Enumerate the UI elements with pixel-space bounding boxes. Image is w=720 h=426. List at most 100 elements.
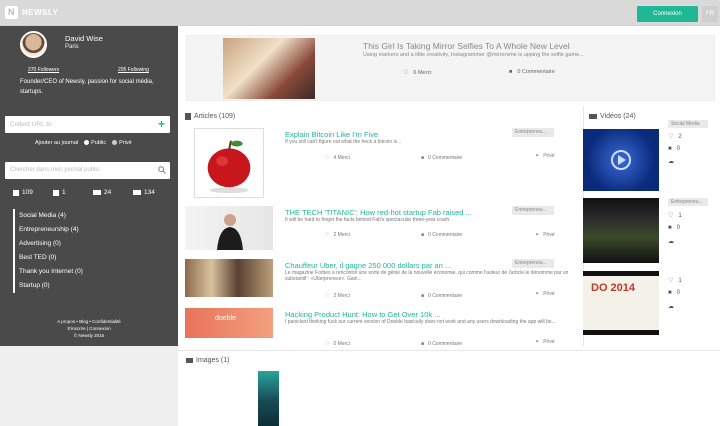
comment-icon: ■ (421, 341, 425, 347)
image-thumbnail[interactable] (258, 371, 279, 426)
category-item[interactable]: Thank you Internet (0) (13, 265, 168, 279)
category-item[interactable]: Startup (0) (13, 279, 168, 293)
category-item[interactable]: Best TED (0) (13, 251, 168, 265)
newsly-logo[interactable]: N NEWSLY (5, 6, 59, 19)
journal-search-input[interactable]: Chercher dans mon journal public (5, 162, 170, 179)
privacy-toggle[interactable]: ☁ (668, 238, 674, 245)
heart-icon: ♡ (668, 213, 674, 219)
category-badge[interactable]: Entrepreneu... (668, 198, 708, 206)
article-title[interactable]: Hacking Product Hunt: How to Get Over 10… (285, 310, 440, 319)
stat-lists[interactable]: 134 (133, 189, 173, 196)
like-button[interactable]: ♡ 2 Merci (325, 232, 350, 238)
article-thumbnail[interactable] (194, 128, 264, 198)
comment-count: 0 Commentaire (428, 293, 463, 299)
comment-button[interactable]: ■ 0 Commentaire (421, 232, 462, 238)
article-title[interactable]: Chauffeur Uber, il gagne 250 000 dollars… (285, 261, 451, 270)
like-count: 0 Merci (333, 341, 350, 347)
article-title[interactable]: Explain Bitcoin Like I'm Five (285, 130, 378, 139)
videos-heading-label: Vidéos (24) (600, 113, 636, 120)
cloud-icon: ☁ (668, 239, 674, 245)
comment-button[interactable]: ■ 0 Commentaire (421, 341, 462, 347)
privacy-toggle[interactable]: ⚭ Privé (535, 232, 555, 238)
comment-button[interactable]: ■ 0 Commentaire (421, 155, 462, 161)
heart-icon: ♡ (403, 70, 409, 76)
privacy-toggle[interactable]: ⚭ Privé (535, 291, 555, 297)
avatar[interactable] (20, 31, 47, 58)
comment-button[interactable]: ■ 0 Commentaire (421, 293, 462, 299)
category-item[interactable]: Social Media (4) (13, 209, 168, 223)
followers-link[interactable]: 270 Followers (28, 67, 59, 73)
connexion-button[interactable]: Connexion (637, 6, 698, 22)
category-badge[interactable]: Entrepreneu... (512, 128, 554, 137)
comment-icon: ■ (509, 69, 513, 75)
featured-comments: 0 Commentaire (517, 69, 555, 75)
video-thumbnail-text: DO 2014 (591, 282, 636, 294)
add-plus-icon[interactable]: + (158, 117, 165, 131)
video-thumbnail[interactable]: DO 2014 (583, 271, 659, 335)
like-button[interactable]: ♡ 2 (668, 133, 682, 141)
comment-icon: ■ (668, 290, 672, 296)
article-thumbnail[interactable]: doeble (185, 308, 273, 338)
featured-article[interactable]: This Girl Is Taking Mirror Selfies To A … (186, 35, 715, 101)
language-button[interactable]: FR (702, 6, 718, 22)
featured-title[interactable]: This Girl Is Taking Mirror Selfies To A … (363, 41, 570, 51)
like-button[interactable]: ♡ 4 Merci (325, 155, 350, 161)
public-radio[interactable]: Public (84, 140, 106, 146)
following-link[interactable]: 205 Following (118, 67, 149, 73)
add-to-journal-label: Ajouter au journal (35, 140, 79, 146)
category-badge[interactable]: Entrepreneu... (512, 206, 554, 215)
cloud-icon: ☁ (668, 304, 674, 310)
like-count: 2 (678, 133, 682, 140)
collect-url-input[interactable]: Collect URL to + (5, 116, 170, 133)
footer-copyright: © Newsly 2015 (73, 333, 105, 338)
category-badge[interactable]: Social Media (668, 120, 708, 128)
stat-articles[interactable]: 109 (13, 189, 53, 196)
video-thumbnail[interactable] (583, 198, 659, 263)
radio-checked-icon (84, 140, 90, 146)
like-count: 1 (678, 212, 682, 219)
featured-comment-button[interactable]: ■ 0 Commentaire (509, 69, 555, 75)
featured-image[interactable] (223, 38, 315, 99)
like-button[interactable]: ♡ 1 (668, 212, 682, 220)
video-thumbnail[interactable] (583, 129, 659, 191)
private-radio-label: Privé (119, 140, 132, 146)
footer-links[interactable]: A propos • Blog • Confidentialité (0, 318, 178, 325)
private-radio[interactable]: Privé (112, 140, 132, 146)
article-description: Le magazine Forbes a rencontré une sorte… (285, 270, 569, 282)
privacy-toggle[interactable]: ⚭ Privé (535, 339, 555, 345)
search-icon[interactable] (158, 166, 166, 174)
article-title[interactable]: THE TECH 'TITANIC': How red-hot startup … (285, 208, 472, 217)
lock-icon: ⚭ (535, 339, 540, 345)
cloud-icon: ☁ (668, 159, 674, 165)
user-city: Paris (65, 44, 79, 50)
stat-images[interactable]: 1 (53, 189, 93, 196)
privacy-toggle[interactable]: ⚭ Privé (535, 153, 555, 159)
comment-count: 0 Commentaire (428, 155, 463, 161)
featured-likes: 6 Merci (413, 69, 432, 76)
comment-button[interactable]: ■ 0 (668, 290, 680, 296)
featured-like-button[interactable]: ♡ 6 Merci (403, 69, 432, 77)
comment-count: 0 (676, 225, 680, 231)
article-thumbnail[interactable] (185, 259, 273, 297)
privacy-toggle[interactable]: ☁ (668, 303, 674, 310)
comment-button[interactable]: ■ 0 (668, 225, 680, 231)
article-icon (185, 113, 191, 120)
category-item[interactable]: Advertising (0) (13, 237, 168, 251)
lock-icon: ⚭ (535, 153, 540, 159)
like-button[interactable]: ♡ 2 Merci (325, 293, 350, 299)
article-thumbnail[interactable] (185, 206, 273, 250)
stat-videos[interactable]: 24 (93, 189, 133, 196)
image-icon (53, 189, 59, 196)
heart-icon: ♡ (325, 341, 330, 347)
article-description: If you still can't figure out what the h… (285, 139, 402, 145)
like-count: 4 Merci (333, 155, 350, 161)
top-bar: N NEWSLY Connexion FR (0, 0, 720, 26)
privacy-toggle[interactable]: ☁ (668, 158, 674, 165)
category-badge[interactable]: Entrepreneu... (512, 259, 554, 268)
like-button[interactable]: ♡ 1 (668, 277, 682, 285)
like-button[interactable]: ♡ 0 Merci (325, 341, 350, 347)
category-item[interactable]: Entrepreneurship (4) (13, 223, 168, 237)
comment-button[interactable]: ■ 0 (668, 146, 680, 152)
comment-icon: ■ (421, 155, 425, 161)
footer-auth-links[interactable]: S'inscrire | Connexion (0, 325, 178, 332)
